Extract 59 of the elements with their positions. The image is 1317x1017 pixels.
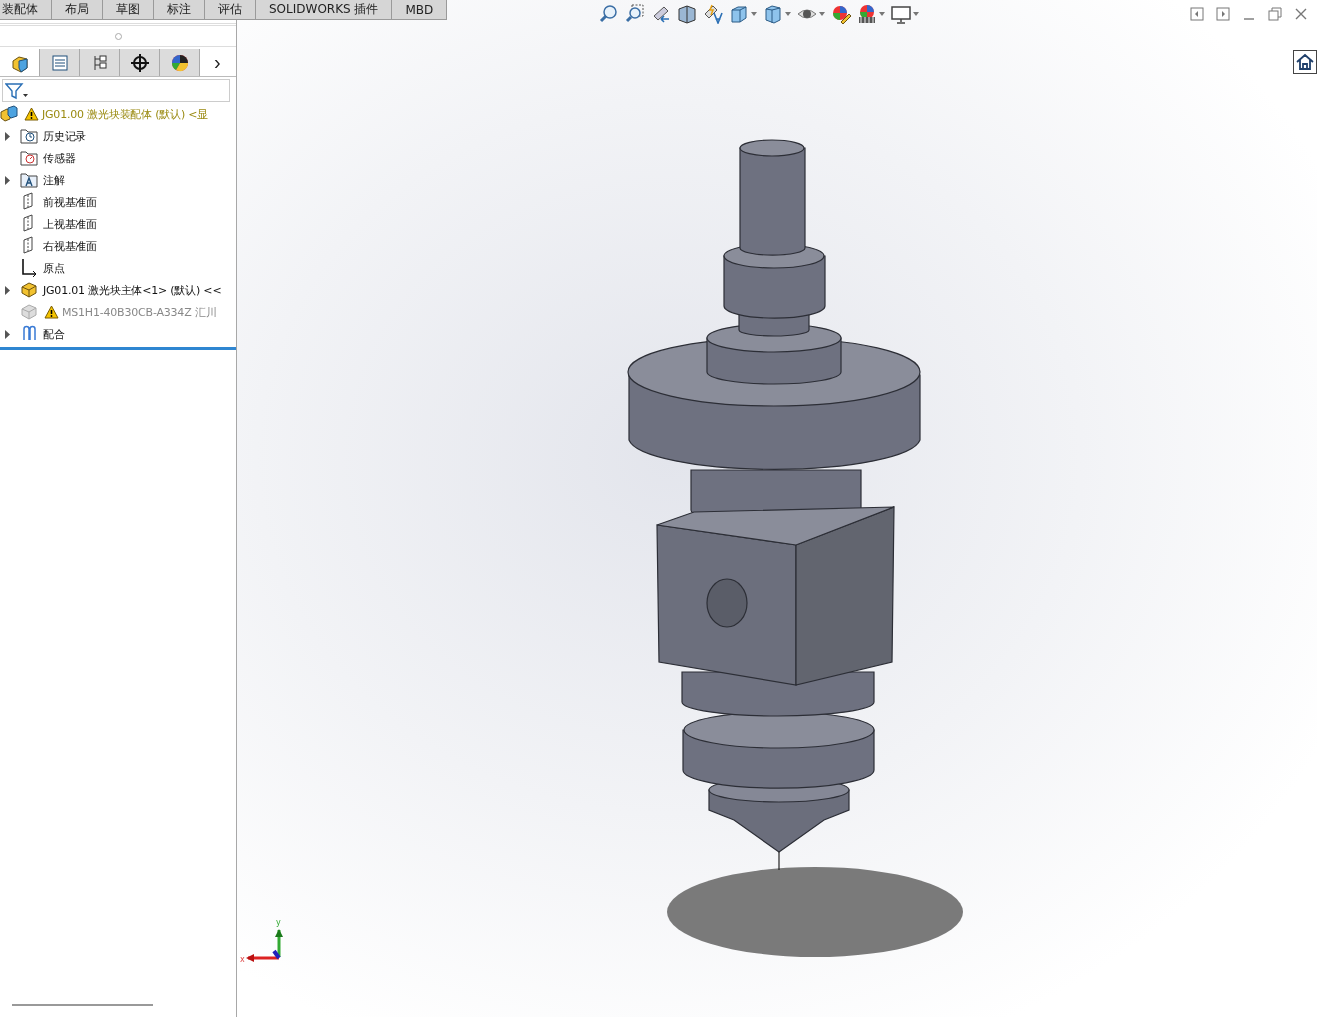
filter-field[interactable] <box>2 79 230 102</box>
edit-appearance-icon[interactable] <box>831 4 851 24</box>
tree-item[interactable]: JG01.01 激光块主体<1> (默认) << <box>0 279 236 301</box>
tree-item-label: JG01.01 激光块主体<1> (默认) << <box>43 282 222 298</box>
horizontal-scrollbar[interactable] <box>12 1004 153 1006</box>
display-style-icon[interactable] <box>763 4 791 24</box>
annotation-icon <box>20 170 40 190</box>
tile-left-icon[interactable] <box>1189 6 1205 22</box>
expand-arrow-icon[interactable] <box>4 285 10 295</box>
tree-item-label: 右视基准面 <box>43 238 97 254</box>
tree-item-label: 传感器 <box>43 150 76 166</box>
view-orientation-icon[interactable] <box>729 4 757 24</box>
expand-arrow-icon[interactable] <box>4 175 10 185</box>
close-icon[interactable] <box>1293 6 1309 22</box>
tree-item[interactable]: 前视基准面 <box>0 191 236 213</box>
tile-right-icon[interactable] <box>1215 6 1231 22</box>
tree-item[interactable]: 上视基准面 <box>0 213 236 235</box>
dynamic-annotation-icon[interactable] <box>703 4 723 24</box>
home-icon[interactable] <box>1293 50 1317 74</box>
previous-view-icon[interactable] <box>651 4 671 24</box>
monitor-icon[interactable] <box>891 4 919 24</box>
section-view-icon[interactable] <box>677 4 697 24</box>
tree-item[interactable]: 原点 <box>0 257 236 279</box>
axis-triad-drawing: y x <box>240 915 286 969</box>
tree-item-label: 配合 <box>43 326 65 342</box>
tree-item[interactable]: 传感器 <box>0 147 236 169</box>
history-icon <box>20 126 40 146</box>
command-tab[interactable]: 装配体 <box>0 0 52 19</box>
part-icon <box>20 280 40 300</box>
tree-item[interactable]: MS1H1-40B30CB-A334Z 汇川 <box>0 301 236 323</box>
tree-item-label: 前视基准面 <box>43 194 97 210</box>
tree-item-label: JG01.00 激光块装配体 (默认) <显 <box>42 106 209 122</box>
zoom-area-icon[interactable] <box>625 4 645 24</box>
zoom-fit-icon[interactable] <box>599 4 619 24</box>
display-icon <box>169 52 190 73</box>
scene-icon[interactable] <box>857 4 885 24</box>
property-icon <box>49 52 70 73</box>
tree-item-label: 原点 <box>43 260 65 276</box>
expand-arrow-icon[interactable] <box>4 329 10 339</box>
panel-tab[interactable] <box>120 49 160 76</box>
tree-item-label: 注解 <box>43 172 65 188</box>
more-tabs-button[interactable]: › <box>200 49 221 76</box>
restore-icon[interactable] <box>1267 6 1283 22</box>
dimxpert-icon <box>129 52 150 73</box>
warning-icon <box>44 305 59 319</box>
assembly-icon <box>0 104 20 124</box>
filter-icon <box>5 81 29 100</box>
tree-item[interactable]: 注解 <box>0 169 236 191</box>
tree-item-label: 历史记录 <box>43 128 87 144</box>
expand-arrow-icon[interactable] <box>4 131 10 141</box>
tree-item[interactable]: 历史记录 <box>0 125 236 147</box>
tree-item[interactable]: 配合 <box>0 323 236 345</box>
tree-item[interactable]: JG01.00 激光块装配体 (默认) <显 <box>0 103 236 125</box>
tree-item[interactable]: 右视基准面 <box>0 235 236 257</box>
warning-icon <box>24 107 39 121</box>
panel-tab[interactable] <box>160 49 200 76</box>
sensor-icon <box>20 148 40 168</box>
tree-item-label: MS1H1-40B30CB-A334Z 汇川 <box>62 304 217 320</box>
tree-item-label: 上视基准面 <box>43 216 97 232</box>
